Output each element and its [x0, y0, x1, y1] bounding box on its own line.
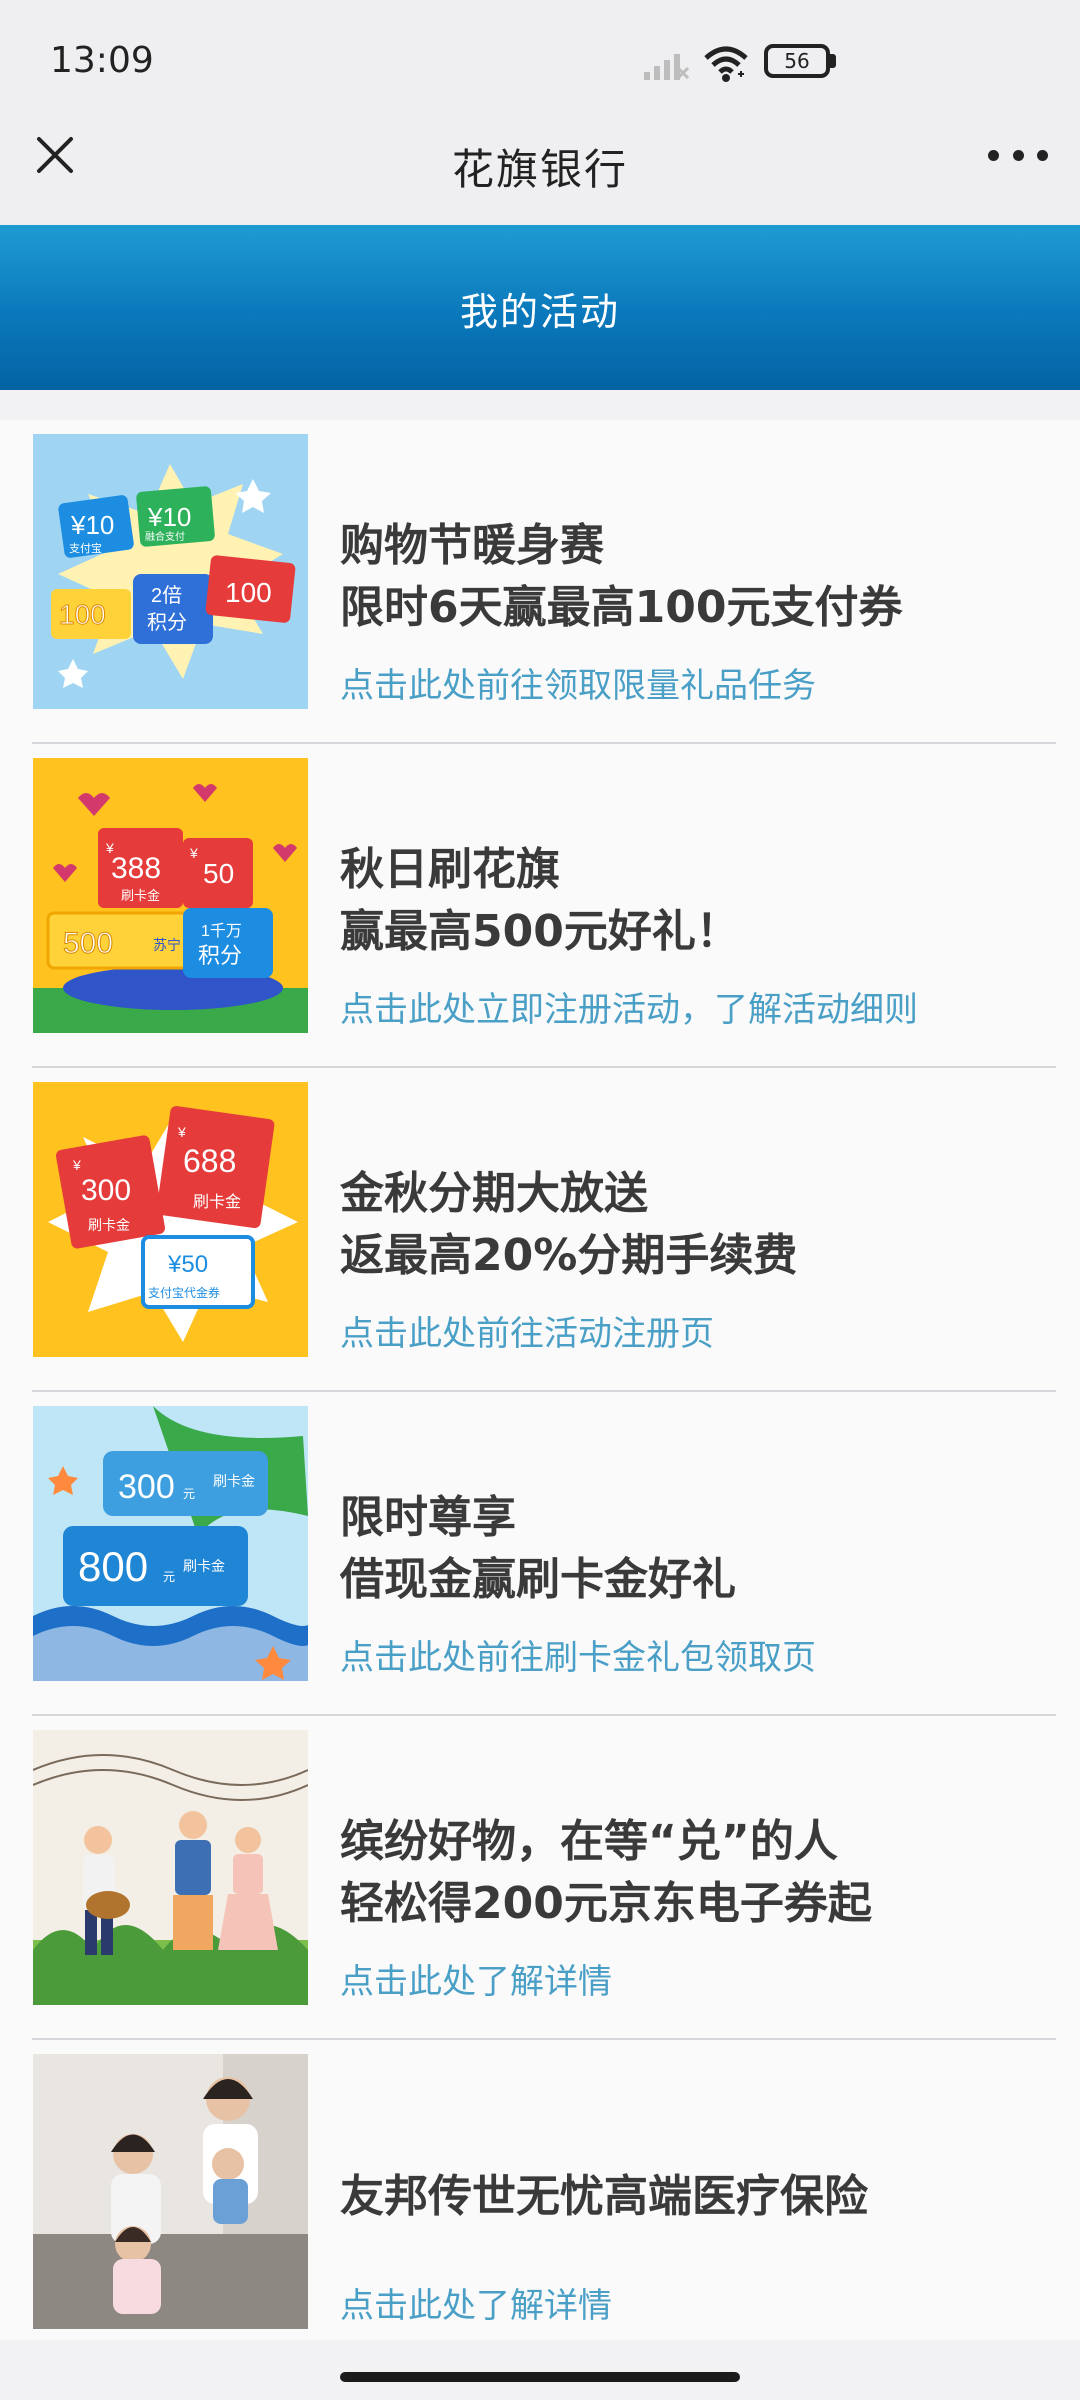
activity-text: 金秋分期大放送 返最高20%分期手续费 点击此处前往活动注册页: [340, 1068, 1050, 1392]
thumb-tag: ¥10: [70, 510, 114, 540]
thumb-tag: 刷卡金: [193, 1193, 241, 1211]
activity-title-line1: 缤纷好物，在等“兑”的人: [340, 1816, 838, 1867]
thumb-tag: 刷卡金: [183, 1558, 225, 1574]
thumb-tag: 积分: [198, 943, 242, 968]
section-banner: 我的活动: [0, 225, 1080, 390]
thumb-tag: 300: [118, 1468, 175, 1506]
nav-bar: 花旗银行: [0, 100, 1080, 225]
thumb-tag: 元: [163, 1570, 175, 1584]
thumb-tag: 刷卡金: [121, 888, 160, 903]
activity-title: 购物节暖身赛 限时6天赢最高100元支付券: [340, 515, 902, 639]
activity-title: 秋日刷花旗 赢最高500元好礼！: [340, 839, 740, 963]
thumb-tag: 刷卡金: [213, 1473, 255, 1489]
more-button[interactable]: [988, 135, 1048, 175]
thumb-tag: 300: [81, 1174, 131, 1207]
activity-text: 秋日刷花旗 赢最高500元好礼！ 点击此处立即注册活动，了解活动细则: [340, 744, 1050, 1068]
thumb-tag: 688: [183, 1143, 236, 1179]
activity-link[interactable]: 点击此处了解详情: [340, 1954, 612, 2003]
status-time: 13:09: [50, 40, 154, 81]
battery-tip: [830, 54, 836, 68]
activity-list: ¥10 支付宝 ¥10 融合支付 100 2倍 积分 100 购物节暖身赛 限时…: [0, 420, 1080, 2364]
activity-item[interactable]: 友邦传世无忧高端医疗保险 点击此处了解详情: [0, 2040, 1080, 2364]
activity-title: 缤纷好物，在等“兑”的人 轻松得200元京东电子券起: [340, 1811, 872, 1935]
home-indicator[interactable]: [340, 2372, 740, 2382]
thumb-tag: 1千万: [201, 922, 242, 940]
activity-title: 金秋分期大放送 返最高20%分期手续费: [340, 1163, 797, 1287]
activity-text: 友邦传世无忧高端医疗保险 点击此处了解详情: [340, 2040, 1050, 2364]
thumb-tag: 元: [183, 1487, 195, 1501]
activity-link[interactable]: 点击此处了解详情: [340, 2278, 612, 2327]
activity-thumbnail: 300 元 刷卡金 800 元 刷卡金: [33, 1406, 308, 1681]
activity-thumbnail: ¥ 300 刷卡金 ¥ 688 刷卡金 ¥50 支付宝代金券: [33, 1082, 308, 1357]
activity-link[interactable]: 点击此处前往刷卡金礼包领取页: [340, 1630, 816, 1679]
activity-item[interactable]: 缤纷好物，在等“兑”的人 轻松得200元京东电子券起 点击此处了解详情: [0, 1716, 1080, 2040]
thumb-tag: ¥: [72, 1157, 81, 1173]
bottom-area: [0, 2340, 1080, 2400]
activity-title-line1: 金秋分期大放送: [340, 1168, 648, 1219]
activity-item[interactable]: 300 元 刷卡金 800 元 刷卡金 限时尊享 借现金赢刷卡金好礼 点击此处前…: [0, 1392, 1080, 1716]
activity-link[interactable]: 点击此处前往领取限量礼品任务: [340, 658, 816, 707]
activity-thumbnail: [33, 2054, 308, 2329]
signal-icon: [644, 54, 690, 80]
activity-title-line1: 秋日刷花旗: [340, 844, 560, 895]
wifi-icon: [704, 46, 748, 82]
activity-thumbnail: ¥ 388 刷卡金 ¥ 50 500 苏宁 1千万 积分: [33, 758, 308, 1033]
thumb-tag: 支付宝: [69, 541, 102, 555]
activity-thumbnail: ¥10 支付宝 ¥10 融合支付 100 2倍 积分 100: [33, 434, 308, 709]
activity-item[interactable]: ¥10 支付宝 ¥10 融合支付 100 2倍 积分 100 购物节暖身赛 限时…: [0, 420, 1080, 744]
activity-title: 友邦传世无忧高端医疗保险: [340, 2166, 868, 2228]
thumb-tag: ¥50: [167, 1251, 208, 1278]
thumb-tag: 100: [225, 577, 272, 608]
thumb-tag: 500: [63, 927, 113, 960]
activity-title: 限时尊享 借现金赢刷卡金好礼: [340, 1487, 736, 1611]
more-icon-dot: [1037, 149, 1048, 161]
activity-link[interactable]: 点击此处立即注册活动，了解活动细则: [340, 982, 918, 1031]
activity-text: 限时尊享 借现金赢刷卡金好礼 点击此处前往刷卡金礼包领取页: [340, 1392, 1050, 1716]
more-icon-dot: [1012, 149, 1024, 161]
thumb-tag: 388: [111, 852, 161, 885]
activity-title-line2: 返最高20%分期手续费: [340, 1230, 798, 1281]
thumb-tag: 800: [78, 1543, 148, 1590]
activity-thumbnail: [33, 1730, 308, 2005]
activity-title-line2: 轻松得200元京东电子券起: [340, 1878, 872, 1929]
thumb-tag: ¥: [177, 1124, 186, 1140]
battery-icon: 56: [764, 44, 830, 78]
activity-title-line1: 限时尊享: [340, 1492, 516, 1543]
page-title: 花旗银行: [451, 145, 628, 194]
thumb-tag: 积分: [147, 611, 187, 634]
activity-title-line2: 限时6天赢最高100元支付券: [340, 582, 903, 633]
thumb-tag: 支付宝代金券: [148, 1285, 220, 1300]
thumb-tag: 2倍: [151, 584, 182, 607]
thumb-tag: 100: [59, 599, 106, 630]
battery-level: 56: [784, 49, 810, 73]
thumb-tag: ¥10: [147, 502, 191, 532]
activity-text: 购物节暖身赛 限时6天赢最高100元支付券 点击此处前往领取限量礼品任务: [340, 420, 1050, 744]
more-icon-dot: [988, 149, 999, 161]
thumb-tag: 苏宁: [153, 937, 181, 953]
activity-text: 缤纷好物，在等“兑”的人 轻松得200元京东电子券起 点击此处了解详情: [340, 1716, 1050, 2040]
thumb-tag: 融合支付: [145, 530, 185, 543]
thumb-tag: 刷卡金: [88, 1217, 130, 1233]
activity-item[interactable]: ¥ 388 刷卡金 ¥ 50 500 苏宁 1千万 积分 秋日刷花旗 赢最高50…: [0, 744, 1080, 1068]
thumb-tag: 50: [203, 858, 234, 889]
banner-title: 我的活动: [459, 290, 620, 334]
activity-title-line2: 借现金赢刷卡金好礼: [340, 1554, 736, 1605]
activity-title-line1: 友邦传世无忧高端医疗保险: [340, 2171, 868, 2222]
activity-title-line2: 赢最高500元好礼！: [340, 906, 740, 957]
activity-item[interactable]: ¥ 300 刷卡金 ¥ 688 刷卡金 ¥50 支付宝代金券 金秋分期大放送 返…: [0, 1068, 1080, 1392]
thumb-tag: ¥: [189, 845, 198, 861]
activity-link[interactable]: 点击此处前往活动注册页: [340, 1306, 714, 1355]
activity-title-line1: 购物节暖身赛: [340, 520, 604, 571]
